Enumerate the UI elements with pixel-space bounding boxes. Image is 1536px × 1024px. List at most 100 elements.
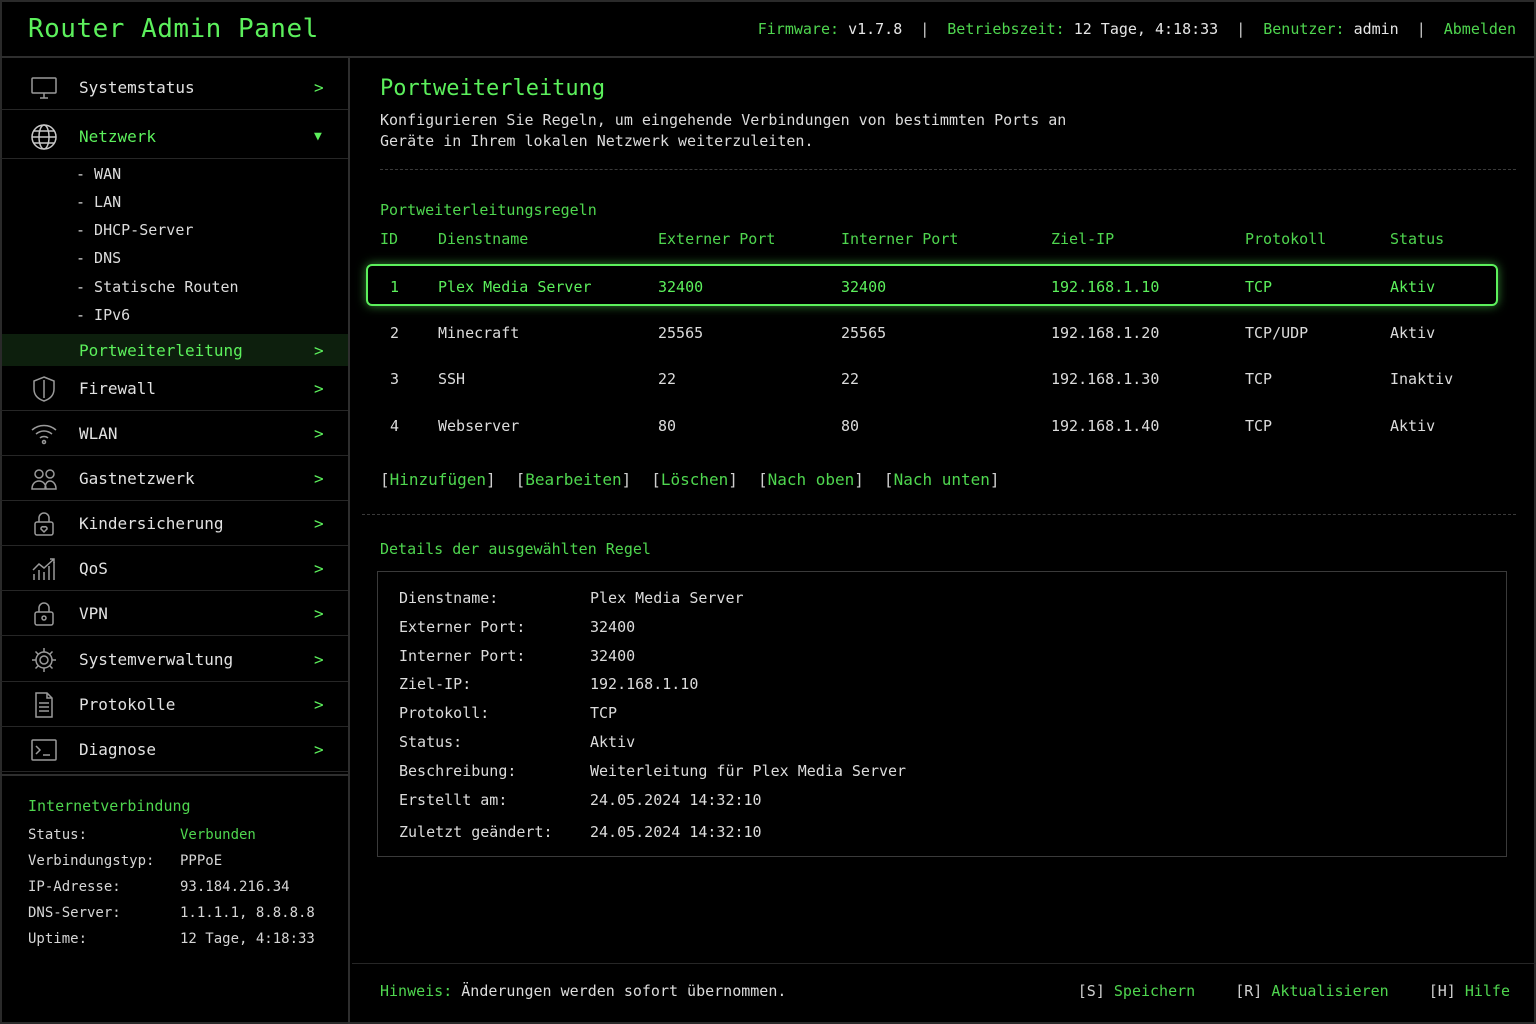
connection-value: 12 Tage, 4:18:33 [180,931,315,947]
edit-button[interactable]: [Bearbeiten] [516,470,632,489]
shortcut-action: Hilfe [1464,982,1510,1000]
chevron-right-icon: > [314,740,324,759]
sidebar-item-vpn[interactable]: VPN > [0,592,348,636]
document-icon [28,689,60,721]
cell-status: Aktiv [1390,324,1436,342]
connection-key: IP-Adresse: [28,879,121,895]
table-row[interactable]: 2 Minecraft 25565 25565 192.168.1.20 TCP… [366,312,1498,354]
move-up-button[interactable]: [Nach oben] [758,470,864,489]
bracket: ] [854,470,864,489]
chevron-right-icon: > [314,78,324,97]
sidebar-subitem-ipv6[interactable]: - IPv6 [76,306,130,324]
cell-external-port: 25565 [658,324,704,342]
uptime-label: Betriebszeit: [947,20,1065,38]
logout-link[interactable]: Abmelden [1444,20,1516,38]
chevron-right-icon: > [314,424,324,443]
status-line: Firmware: v1.7.8 | Betriebszeit: 12 Tage… [758,20,1516,38]
cell-status: Inaktiv [1390,370,1454,388]
move-up-button-label: Nach oben [767,470,855,489]
cell-status: Aktiv [1390,417,1436,435]
chevron-right-icon: > [314,469,324,488]
cell-service: Plex Media Server [438,278,592,296]
detail-value: 24.05.2024 14:32:10 [590,823,762,841]
sidebar-item-label: Netzwerk [79,127,157,146]
sidebar-subitem-wan[interactable]: - WAN [76,165,121,183]
cell-status: Aktiv [1390,278,1436,296]
users-icon [28,463,60,495]
sidebar-subitem-lan[interactable]: - LAN [76,193,121,211]
delete-button[interactable]: [Löschen] [651,470,738,489]
sidebar-item-kindersicherung[interactable]: Kindersicherung > [0,502,348,546]
sidebar-item-label: Kindersicherung [79,514,224,533]
cell-id: 3 [390,370,400,388]
detail-key: Dienstname: [399,589,499,607]
sidebar-item-label: Diagnose [79,740,157,759]
table-row[interactable]: 3 SSH 22 22 192.168.1.30 TCP Inaktiv [366,358,1498,400]
bracket: [ [883,470,894,489]
sidebar-item-wlan[interactable]: WLAN > [0,412,348,456]
sidebar-item-gastnetzwerk[interactable]: Gastnetzwerk > [0,457,348,501]
sidebar-subitem-dns[interactable]: - DNS [76,249,121,267]
move-down-button-label: Nach unten [893,470,990,489]
sidebar-item-qos[interactable]: QoS > [0,547,348,591]
connection-title: Internetverbindung [28,797,191,815]
add-button-label: Hinzufügen [389,470,486,489]
sidebar-item-systemverwaltung[interactable]: Systemverwaltung > [0,638,348,682]
sidebar-item-label: QoS [79,559,108,578]
cell-protocol: TCP [1245,278,1273,296]
cell-internal-port: 25565 [841,324,887,342]
firmware-value: v1.7.8 [848,20,903,38]
sidebar-item-diagnose[interactable]: Diagnose > [0,728,348,772]
cell-target-ip: 192.168.1.20 [1051,324,1160,342]
divider: | [1236,20,1246,38]
cell-id: 1 [390,278,400,296]
table-row-selected[interactable]: 1 Plex Media Server 32400 32400 192.168.… [366,264,1498,306]
cell-internal-port: 22 [841,370,860,388]
connection-status-value: Verbunden [180,827,256,843]
user-value: admin [1353,20,1399,38]
detail-value: TCP [590,704,618,722]
action-bar: [Hinzufügen] [Bearbeiten] [Löschen] [Nac… [380,470,1000,489]
cell-external-port: 32400 [658,278,704,296]
detail-key: Zuletzt geändert: [399,823,553,841]
sidebar-item-systemstatus[interactable]: Systemstatus > [0,66,348,110]
save-shortcut[interactable]: [S] Speichern [1078,982,1195,1000]
user-label: Benutzer: [1263,20,1345,38]
sidebar-subitem-dhcp[interactable]: - DHCP-Server [76,221,193,239]
sidebar-item-firewall[interactable]: Firewall > [0,367,348,411]
sidebar-item-netzwerk[interactable]: Netzwerk ▼ [0,115,348,159]
chevron-right-icon: > [314,340,324,360]
chevron-right-icon: > [314,559,324,578]
connection-key: Verbindungstyp: [28,853,155,869]
help-shortcut[interactable]: [H] Hilfe [1429,982,1510,1000]
globe-icon [28,121,60,153]
sidebar: Systemstatus > Netzwerk ▼ - WAN - LAN - … [0,58,350,1024]
sidebar-item-portweiterleitung[interactable]: Portweiterleitung > [2,334,348,366]
details-panel: Dienstname: Plex Media Server Externer Po… [377,571,1507,857]
cell-protocol: TCP [1245,370,1273,388]
shield-icon [28,373,60,405]
footer-shortcuts: [S] Speichern [R] Aktualisieren [H] Hilf… [1078,982,1510,1000]
terminal-icon [28,734,60,766]
sidebar-item-label: Portweiterleitung [79,340,243,360]
bracket: [ [757,470,768,489]
detail-value: Weiterleitung für Plex Media Server [590,762,907,780]
cell-target-ip: 192.168.1.40 [1051,417,1160,435]
add-button[interactable]: [Hinzufügen] [380,470,496,489]
cell-id: 4 [390,417,400,435]
lock-heart-icon [28,508,60,540]
cell-target-ip: 192.168.1.30 [1051,370,1160,388]
sidebar-item-protokolle[interactable]: Protokolle > [0,683,348,727]
shortcut-action: Speichern [1113,982,1196,1000]
sidebar-item-label: Protokolle [79,695,176,714]
refresh-shortcut[interactable]: [R] Aktualisieren [1235,982,1389,1000]
move-down-button[interactable]: [Nach unten] [884,470,1000,489]
cell-protocol: TCP [1245,417,1273,435]
sidebar-subitem-static-routes[interactable]: - Statische Routen [76,278,239,296]
connection-value: 1.1.1.1, 8.8.8.8 [180,905,315,921]
table-row[interactable]: 4 Webserver 80 80 192.168.1.40 TCP Aktiv [366,405,1498,447]
monitor-icon [28,72,60,104]
cell-external-port: 22 [658,370,677,388]
rules-label: Portweiterleitungsregeln [380,201,597,219]
detail-key: Externer Port: [399,618,526,636]
